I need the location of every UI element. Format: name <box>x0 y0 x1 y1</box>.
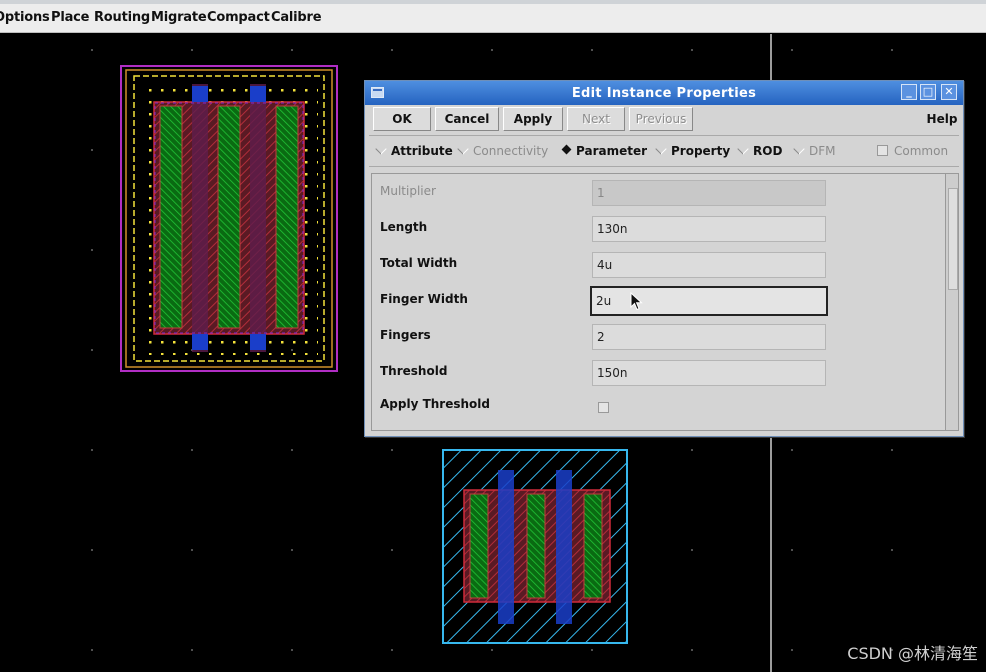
menu-options[interactable]: Options <box>0 10 50 25</box>
menu-place[interactable]: Place <box>51 10 89 25</box>
tab-parameter-label: Parameter <box>576 144 648 158</box>
length-field[interactable]: 130n <box>592 216 826 242</box>
tab-dfm[interactable]: DFM <box>793 143 836 158</box>
dialog-title: Edit Instance Properties <box>571 86 757 101</box>
tab-attribute[interactable]: Attribute <box>375 143 453 158</box>
tab-dfm-label: DFM <box>809 144 836 158</box>
tab-connectivity[interactable]: Connectivity <box>457 143 549 158</box>
multiplier-label: Multiplier <box>380 184 436 198</box>
cancel-button[interactable]: Cancel <box>435 107 499 131</box>
length-label: Length <box>380 220 428 234</box>
minimize-icon[interactable]: _ <box>901 84 917 100</box>
help-button[interactable]: Help <box>925 107 959 131</box>
edit-instance-properties-dialog: Edit Instance Properties _ □ ✕ OK Cancel… <box>364 80 964 437</box>
tab-parameter[interactable]: Parameter <box>561 144 648 158</box>
form-scrollbar[interactable] <box>945 173 959 431</box>
close-icon[interactable]: ✕ <box>941 84 957 100</box>
layout-cell-2 <box>442 449 628 644</box>
multiplier-field[interactable]: 1 <box>592 180 826 206</box>
finger-width-label: Finger Width <box>380 292 468 306</box>
total-width-label: Total Width <box>380 256 458 270</box>
menu-routing[interactable]: Routing <box>94 10 150 25</box>
tab-connectivity-label: Connectivity <box>473 144 549 158</box>
radio-icon <box>457 143 469 155</box>
common-label: Common <box>894 144 949 158</box>
apply-button[interactable]: Apply <box>503 107 563 131</box>
menu-bar: Options Place Routing Migrate Compact Ca… <box>0 0 986 33</box>
checkbox-icon <box>877 145 888 156</box>
ok-button[interactable]: OK <box>373 107 431 131</box>
common-checkbox[interactable]: Common <box>877 144 948 158</box>
scrollbar-thumb[interactable] <box>948 188 958 290</box>
finger-width-field[interactable]: 2u <box>590 286 828 316</box>
radio-icon <box>655 143 667 155</box>
tab-property[interactable]: Property <box>655 143 731 158</box>
button-row: OK Cancel Apply Next Previous Help <box>369 107 959 135</box>
previous-button[interactable]: Previous <box>629 107 693 131</box>
threshold-field[interactable]: 150n <box>592 360 826 386</box>
tab-rod-label: ROD <box>753 144 783 158</box>
watermark: CSDN @林清海笙 <box>847 644 978 663</box>
next-button[interactable]: Next <box>567 107 625 131</box>
tab-property-label: Property <box>671 144 731 158</box>
radio-selected-icon <box>561 144 572 155</box>
tab-attribute-label: Attribute <box>391 144 453 158</box>
threshold-label: Threshold <box>380 364 448 378</box>
maximize-icon[interactable]: □ <box>920 84 936 100</box>
menu-calibre[interactable]: Calibre <box>271 10 322 25</box>
radio-icon <box>737 143 749 155</box>
total-width-field[interactable]: 4u <box>592 252 826 278</box>
menu-migrate[interactable]: Migrate <box>151 10 207 25</box>
tab-rod[interactable]: ROD <box>737 143 783 158</box>
mouse-pointer-icon <box>630 292 643 311</box>
top-strip <box>0 0 986 4</box>
apply-threshold-label: Apply Threshold <box>380 397 490 411</box>
fingers-field[interactable]: 2 <box>592 324 826 350</box>
radio-icon <box>793 143 805 155</box>
apply-threshold-checkbox[interactable] <box>598 402 609 413</box>
tab-row: Attribute Connectivity Parameter Propert… <box>369 135 959 167</box>
dialog-titlebar[interactable]: Edit Instance Properties _ □ ✕ <box>365 81 963 105</box>
menu-compact[interactable]: Compact <box>207 10 270 25</box>
radio-icon <box>375 143 387 155</box>
parameter-form: Multiplier 1 Length 130n Total Width 4u … <box>371 173 945 431</box>
fingers-label: Fingers <box>380 328 431 342</box>
layout-cell-1 <box>120 65 338 372</box>
